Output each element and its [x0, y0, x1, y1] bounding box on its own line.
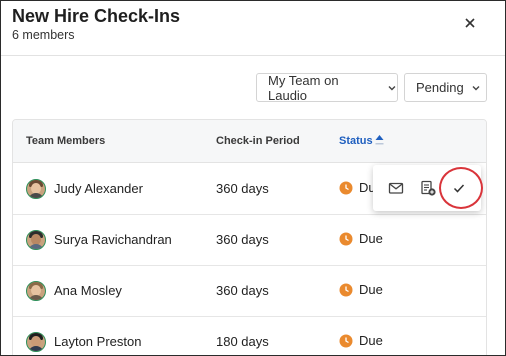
header-divider	[1, 55, 505, 56]
team-filter-dropdown[interactable]: My Team on Laudio	[256, 72, 398, 103]
check-in-period: 360 days	[216, 232, 269, 247]
status-badge: Due	[339, 231, 383, 246]
status-text: Due	[359, 333, 383, 348]
clock-icon	[339, 334, 353, 347]
table-row[interactable]: Ana Mosley 360 days Due	[13, 266, 486, 317]
avatar	[26, 230, 46, 250]
check-in-period: 360 days	[216, 181, 269, 196]
chevron-down-icon	[472, 85, 480, 90]
member-name: Ana Mosley	[54, 283, 122, 298]
sort-ascending-icon[interactable]	[375, 134, 384, 146]
member-name: Surya Ravichandran	[54, 232, 172, 247]
table-header: Team Members Check-in Period Status	[13, 120, 486, 163]
status-filter-value: Pending	[416, 80, 464, 95]
mail-icon[interactable]	[387, 179, 405, 197]
avatar	[26, 179, 46, 199]
check-ins-dialog: New Hire Check-Ins 6 members My Team on …	[0, 0, 506, 356]
check-in-period: 180 days	[216, 334, 269, 349]
check-in-period: 360 days	[216, 283, 269, 298]
column-header-status[interactable]: Status	[339, 135, 373, 147]
avatar	[26, 281, 46, 301]
chevron-down-icon	[388, 85, 396, 90]
member-name: Layton Preston	[54, 334, 142, 349]
status-text: Due	[359, 282, 383, 297]
clock-icon	[339, 232, 353, 245]
members-table: Team Members Check-in Period Status Judy…	[12, 119, 487, 355]
note-add-icon[interactable]	[419, 179, 437, 197]
status-badge: Due	[339, 333, 383, 348]
close-icon[interactable]	[459, 12, 481, 34]
column-header-team-members[interactable]: Team Members	[26, 135, 105, 147]
member-name: Judy Alexander	[54, 181, 143, 196]
highlight-circle	[439, 167, 483, 209]
clock-icon	[339, 181, 353, 194]
dialog-title: New Hire Check-Ins	[12, 6, 181, 26]
table-row[interactable]: Surya Ravichandran 360 days Due	[13, 215, 486, 266]
status-badge: Due	[339, 282, 383, 297]
member-count: 6 members	[12, 28, 75, 42]
team-filter-value: My Team on Laudio	[268, 72, 339, 103]
status-text: Due	[359, 231, 383, 246]
clock-icon	[339, 283, 353, 296]
status-filter-dropdown[interactable]: Pending	[404, 73, 487, 102]
avatar	[26, 332, 46, 352]
table-row[interactable]: Layton Preston 180 days Due	[13, 317, 486, 355]
column-header-check-in-period[interactable]: Check-in Period	[216, 135, 300, 147]
